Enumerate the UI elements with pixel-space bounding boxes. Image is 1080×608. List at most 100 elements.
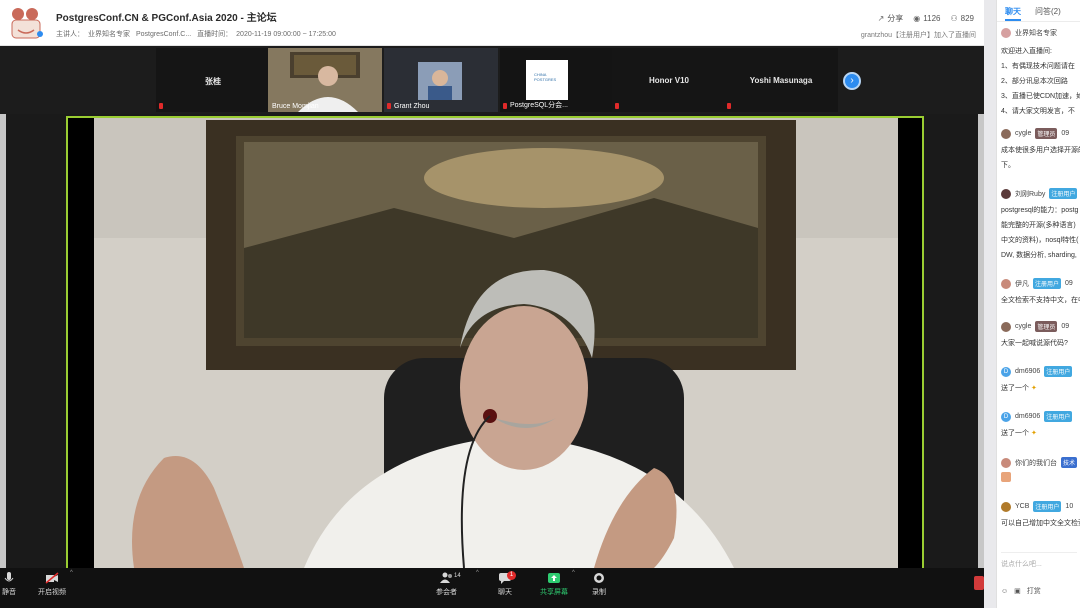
participant-name: Honor V10	[648, 76, 689, 85]
participant-caption: Grant Zhou	[394, 103, 430, 110]
participant-caption: PostgreSQL分会...	[510, 102, 568, 109]
next-page-button[interactable]: ›	[843, 72, 861, 90]
stream-stats: ↗ 分享 ◉ 1126 ⚇ 829	[878, 13, 974, 24]
video-camera-off-icon	[45, 572, 59, 584]
share-label: 分享	[887, 14, 904, 23]
stream-info-line: 主讲人： 业界知名专家 PostgresConf.C... 直播时间： 2020-1…	[56, 29, 340, 39]
message-line: 成本使很多用户选择开源的	[1001, 147, 1080, 154]
chat-button[interactable]: 1 聊天	[498, 571, 516, 597]
message-user: dm6906	[1015, 368, 1041, 375]
chat-message: cygle 管理员 09 成本使很多用户选择开源的 下。	[1001, 128, 1080, 173]
message-line: DW, 数据分析, sharding,	[1001, 252, 1077, 259]
tab-chat[interactable]: 聊天	[1005, 6, 1021, 17]
chat-label: 聊天	[498, 589, 512, 596]
chat-input[interactable]: 说点什么吧...	[1001, 552, 1077, 574]
speaker-video	[94, 118, 898, 568]
muted-mic-icon	[387, 103, 391, 109]
user-avatar: D	[1001, 411, 1011, 422]
chat-message: D dm6906 注册用户 送了一个 ✦	[1001, 411, 1080, 441]
unmute-button[interactable]: 静音	[2, 572, 16, 597]
record-icon	[594, 573, 604, 583]
microphone-icon	[4, 572, 14, 582]
tab-qa[interactable]: 问答(2)	[1035, 6, 1061, 17]
message-user: dm6906	[1015, 413, 1041, 420]
meeting-controls: 静音 开启视频 ^ 14 参会者 ^ 1 聊天 共享屏幕 ^ 录制	[0, 568, 984, 608]
image-icon[interactable]: ▣	[1014, 587, 1021, 595]
sidebar-tabs: 聊天 问答(2)	[997, 0, 1080, 22]
chat-sidebar: 聊天 问答(2) 业界知名专家 欢迎进入直播间: 1、有偶现技术问题请在 2、部…	[996, 0, 1080, 608]
eye-icon: ◉	[913, 14, 921, 23]
share-screen-label: 共享屏幕	[540, 589, 568, 596]
muted-mic-icon	[727, 103, 731, 109]
user-avatar	[1001, 188, 1011, 199]
participant-name: Yoshi Masunaga	[749, 76, 813, 85]
message-user: cygle	[1015, 130, 1032, 137]
message-user: cygle	[1015, 323, 1032, 330]
participants-count: 829	[960, 14, 974, 23]
share-button[interactable]: ↗ 分享	[878, 13, 904, 24]
live-stream-app: PostgresConf.CN & PGConf.Asia 2020 - 主论坛…	[0, 0, 1080, 608]
muted-mic-icon	[503, 103, 507, 109]
participants-options-caret-icon[interactable]: ^	[476, 570, 479, 576]
views-count: 1126	[923, 14, 941, 23]
unmute-label: 静音	[2, 589, 16, 596]
active-speaker-frame	[66, 116, 924, 570]
message-line: 全文检索不支持中文，在中	[1001, 297, 1080, 304]
participant-tile[interactable]: Bruce Momjian	[268, 48, 382, 112]
welcome-block: 欢迎进入直播间: 1、有偶现技术问题请在 2、部分讯息本次回路 3、直播已使CD…	[1001, 44, 1080, 119]
participant-tile[interactable]: Grant Zhou	[384, 48, 498, 112]
participant-tile[interactable]: 张桂	[156, 48, 270, 112]
message-line: 可以自己增加中文全文检索	[1001, 520, 1080, 527]
active-tab-indicator	[1005, 19, 1021, 21]
video-button[interactable]: 开启视频	[38, 572, 66, 597]
video-label: 开启视频	[38, 589, 66, 596]
message-time: 09	[1061, 130, 1070, 137]
user-avatar: D	[1001, 366, 1011, 377]
emoji-icon[interactable]: ☺	[1001, 588, 1008, 595]
user-avatar	[1001, 128, 1011, 139]
muted-mic-icon	[159, 103, 163, 109]
message-line: 中文的资料)，nosql特性(	[1001, 237, 1079, 244]
participant-tile[interactable]: Yoshi Masunaga	[724, 48, 838, 112]
leave-meeting-button[interactable]	[974, 576, 984, 590]
video-options-caret-icon[interactable]: ^	[70, 570, 73, 576]
user-avatar	[1001, 321, 1011, 332]
host-avatar	[1001, 28, 1011, 38]
welcome-text: 欢迎进入直播间:	[1001, 48, 1052, 55]
participant-name: 张桂	[205, 77, 221, 86]
share-screen-button[interactable]: 共享屏幕	[540, 572, 568, 597]
message-line: 能完整的开源(多种语言)	[1001, 222, 1076, 229]
role-tag: 注册用户	[1033, 278, 1062, 289]
participants-button[interactable]: 14 参会者	[436, 572, 461, 597]
time-label: 直播时间：	[197, 31, 233, 38]
message-line: postgresql的能力：postg	[1001, 207, 1079, 214]
message-user: 刘刚Ruby	[1015, 190, 1046, 198]
participant-tile[interactable]: CHINA POSTGRES PostgreSQL分会...	[500, 48, 614, 112]
role-tag: 注册用户	[1049, 188, 1078, 199]
user-avatar	[1001, 278, 1011, 289]
left-edge	[0, 114, 6, 584]
record-button[interactable]: 录制	[592, 572, 606, 597]
message-time: 09	[1061, 323, 1070, 330]
host-value-2: PostgresConf.C...	[135, 31, 192, 38]
host-name: 业界知名专家	[1015, 30, 1057, 37]
chat-message: 你们的我们台 技术	[1001, 457, 1080, 488]
rule-line: 1、有偶现技术问题请在	[1001, 63, 1075, 70]
chat-message: D dm6906 注册用户 送了一个 ✦	[1001, 366, 1080, 396]
record-label: 录制	[592, 589, 606, 596]
chat-message: 刘刚Ruby 注册用户 postgresql的能力：postg 能完整的开源(多…	[1001, 188, 1080, 263]
host-header: 业界知名专家	[1001, 28, 1080, 38]
user-avatar	[1001, 501, 1011, 512]
join-notice: grantzhou【注册用户】加入了直播间	[860, 32, 976, 39]
gift-icon: ✦	[1030, 385, 1037, 392]
message-line: 送了一个	[1001, 430, 1029, 437]
postgresql-logo: CHINA POSTGRES	[526, 60, 568, 100]
thumbs-up-icon	[1001, 472, 1011, 482]
reward-button[interactable]: 打赏	[1027, 586, 1041, 596]
share-options-caret-icon[interactable]: ^	[572, 570, 575, 576]
people-icon: ⚇	[950, 14, 958, 23]
message-user: 你们的我们台	[1015, 459, 1057, 467]
layout-gap	[984, 0, 996, 608]
rule-line: 3、直播已使CDN加速，如	[1001, 93, 1080, 100]
participant-tile[interactable]: Honor V10	[612, 48, 726, 112]
